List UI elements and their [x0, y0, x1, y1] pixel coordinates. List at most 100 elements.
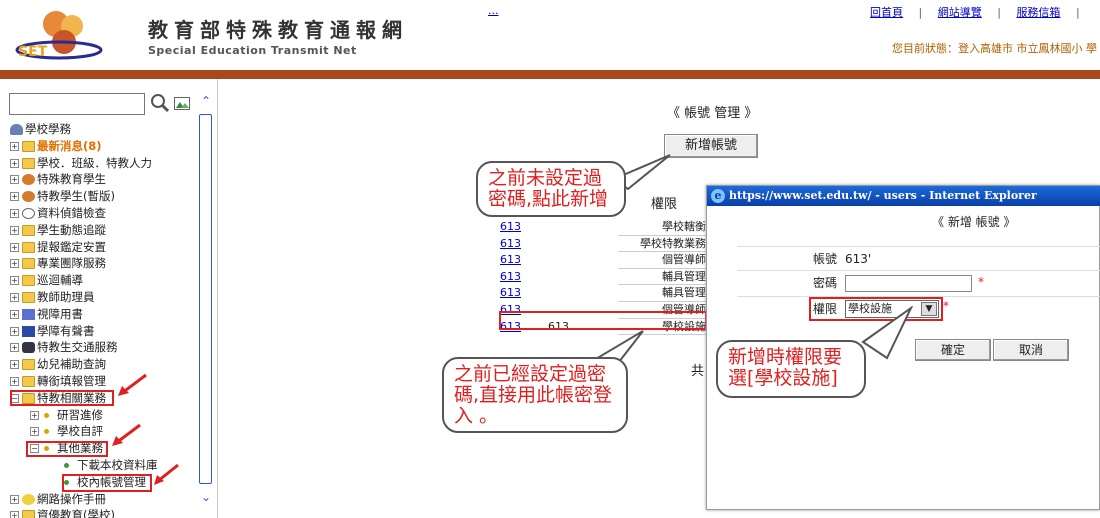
account-value: 613' — [845, 252, 872, 266]
tree-label: 專業團隊服務 — [37, 256, 106, 271]
search-input[interactable] — [9, 93, 145, 115]
top-ellipsis-link[interactable]: ... — [488, 4, 499, 17]
tree-item-report-placement[interactable]: + 提報鑑定安置 — [10, 239, 200, 256]
form-row-password: 密碼 * — [737, 270, 1100, 294]
scroll-down-icon[interactable]: ⌄ — [199, 490, 213, 504]
folder-icon — [22, 258, 35, 270]
nav-tree: 學校學務 + 最新消息(8) + 學校．班級．特教人力 + 特殊教育學生 + 特教學生(… — [10, 121, 200, 518]
tree-label: 研習進修 — [57, 407, 103, 422]
expand-icon[interactable]: + — [10, 225, 19, 235]
expand-icon[interactable]: + — [10, 158, 19, 168]
expand-icon[interactable]: + — [30, 410, 39, 420]
expand-icon[interactable]: + — [30, 427, 39, 437]
name-cell — [548, 252, 618, 269]
add-account-button[interactable]: 新增帳號 — [664, 134, 758, 158]
expand-icon[interactable]: + — [10, 242, 19, 252]
tree-item-preschool-subsidy[interactable]: + 幼兒補助查詢 — [10, 356, 200, 373]
cancel-button[interactable]: 取消 — [993, 339, 1069, 361]
callout-text: 之前未設定過密碼,點此新增 — [488, 167, 609, 210]
sidebar-scrollbar[interactable]: ⌃ ⌄ — [199, 94, 213, 506]
mailbox-link[interactable]: 服務信箱 — [1016, 6, 1060, 19]
pen-icon — [22, 308, 35, 320]
tree-item-transition[interactable]: + 轉銜填報管理 — [10, 373, 200, 390]
required-mark: * — [943, 299, 949, 313]
tree-label: 最新消息(8) — [37, 138, 102, 153]
tree-item-training[interactable]: + 研習進修 — [10, 407, 200, 424]
tree-item-itinerant[interactable]: + 巡迴輔導 — [10, 272, 200, 289]
callout-text: 之前已經設定過密碼,直接用此帳密登入 。 — [454, 363, 613, 427]
expand-icon[interactable]: + — [10, 511, 19, 518]
sidebar: 學校學務 + 最新消息(8) + 學校．班級．特教人力 + 特殊教育學生 + 特教學生(… — [0, 79, 218, 518]
scroll-up-icon[interactable]: ⌃ — [199, 94, 213, 108]
tree-label: 資優教育(學校) — [37, 508, 115, 518]
scroll-thumb[interactable] — [199, 114, 212, 484]
form-row-account: 帳號 613' — [737, 246, 1100, 270]
total-label: 共 — [691, 364, 705, 379]
expand-icon[interactable]: + — [10, 208, 19, 218]
tree-item-special-ed-temp[interactable]: + 特教學生(暫版) — [10, 188, 200, 205]
tree-label: 資料偵錯檢查 — [37, 205, 106, 220]
tree-item-manual[interactable]: + 網路操作手冊 — [10, 491, 200, 508]
popup-title-bar[interactable]: e https://www.set.edu.tw/ - users - Inte… — [707, 186, 1100, 206]
callout-bottom: 之前已經設定過密碼,直接用此帳密登入 。 — [442, 357, 628, 433]
home-link[interactable]: 回首頁 — [870, 6, 903, 19]
expand-icon[interactable]: + — [10, 343, 19, 353]
info-icon — [22, 207, 35, 219]
tree-label: 提報鑑定安置 — [37, 239, 106, 254]
tree-label: 特教生交通服務 — [37, 340, 118, 355]
annotation-box — [62, 474, 152, 492]
table-row: 613 學校特教業務 — [500, 235, 710, 253]
expand-icon[interactable]: + — [10, 292, 19, 302]
expand-icon[interactable]: + — [10, 141, 19, 151]
tree-item-gifted[interactable]: + 資優教育(學校) — [10, 507, 200, 518]
set-logo: SET — [15, 11, 103, 60]
tree-item-school-affairs[interactable]: 學校學務 — [10, 121, 200, 138]
tree-item-transport[interactable]: + 特教生交通服務 — [10, 339, 200, 356]
tree-item-data-check[interactable]: + 資料偵錯檢查 — [10, 205, 200, 222]
people-icon — [22, 191, 35, 203]
tree-label: 學校學務 — [25, 122, 71, 136]
expand-icon[interactable]: + — [10, 376, 19, 386]
tree-item-latest-news[interactable]: + 最新消息(8) — [10, 138, 200, 155]
tree-item-special-ed-students[interactable]: + 特殊教育學生 — [10, 171, 200, 188]
account-link[interactable]: 613 — [500, 220, 521, 233]
separator: | — [918, 6, 923, 19]
sitemap-link[interactable]: 網站導覽 — [938, 6, 982, 19]
folder-icon — [22, 140, 35, 152]
tree-label: 學障有聲書 — [37, 323, 95, 338]
expand-icon[interactable]: + — [10, 326, 19, 336]
ie-icon: e — [711, 189, 725, 203]
car-icon — [22, 342, 35, 354]
tree-item-braille-books[interactable]: + 視障用書 — [10, 306, 200, 323]
annotation-arrow — [154, 463, 179, 485]
tree-label: 轉銜填報管理 — [37, 373, 106, 388]
tree-label: 學校自評 — [57, 424, 103, 439]
image-icon[interactable] — [174, 97, 190, 110]
password-input[interactable] — [845, 275, 972, 292]
search-icon[interactable] — [150, 93, 170, 113]
expand-icon[interactable]: + — [10, 276, 19, 286]
account-link[interactable]: 613 — [500, 286, 521, 299]
expand-icon[interactable]: + — [10, 192, 19, 202]
account-link[interactable]: 613 — [500, 253, 521, 266]
bulb-icon — [22, 493, 35, 505]
role-cell: 個管導師 — [618, 251, 710, 269]
tree-item-student-tracking[interactable]: + 學生動態追蹤 — [10, 222, 200, 239]
tree-item-audio-books[interactable]: + 學障有聲書 — [10, 323, 200, 340]
expand-icon[interactable]: + — [10, 175, 19, 185]
expand-icon[interactable]: + — [10, 360, 19, 370]
account-link[interactable]: 613 — [500, 237, 521, 250]
expand-icon[interactable]: + — [10, 259, 19, 269]
tree-item-teacher-assistant[interactable]: + 教師助理員 — [10, 289, 200, 306]
account-link[interactable]: 613 — [500, 270, 521, 283]
annotation-box — [26, 441, 108, 457]
table-row: 613 輔具管理 — [500, 268, 710, 286]
tree-item-self-evaluation[interactable]: + 學校自評 — [10, 423, 200, 440]
expand-icon[interactable]: + — [10, 494, 19, 504]
tree-item-school-class-staff[interactable]: + 學校．班級．特教人力 — [10, 155, 200, 172]
tree-item-professional-team[interactable]: + 專業團隊服務 — [10, 255, 200, 272]
bullet-icon — [64, 462, 69, 468]
folder-icon — [22, 275, 35, 287]
confirm-button[interactable]: 確定 — [915, 339, 991, 361]
expand-icon[interactable]: + — [10, 309, 19, 319]
